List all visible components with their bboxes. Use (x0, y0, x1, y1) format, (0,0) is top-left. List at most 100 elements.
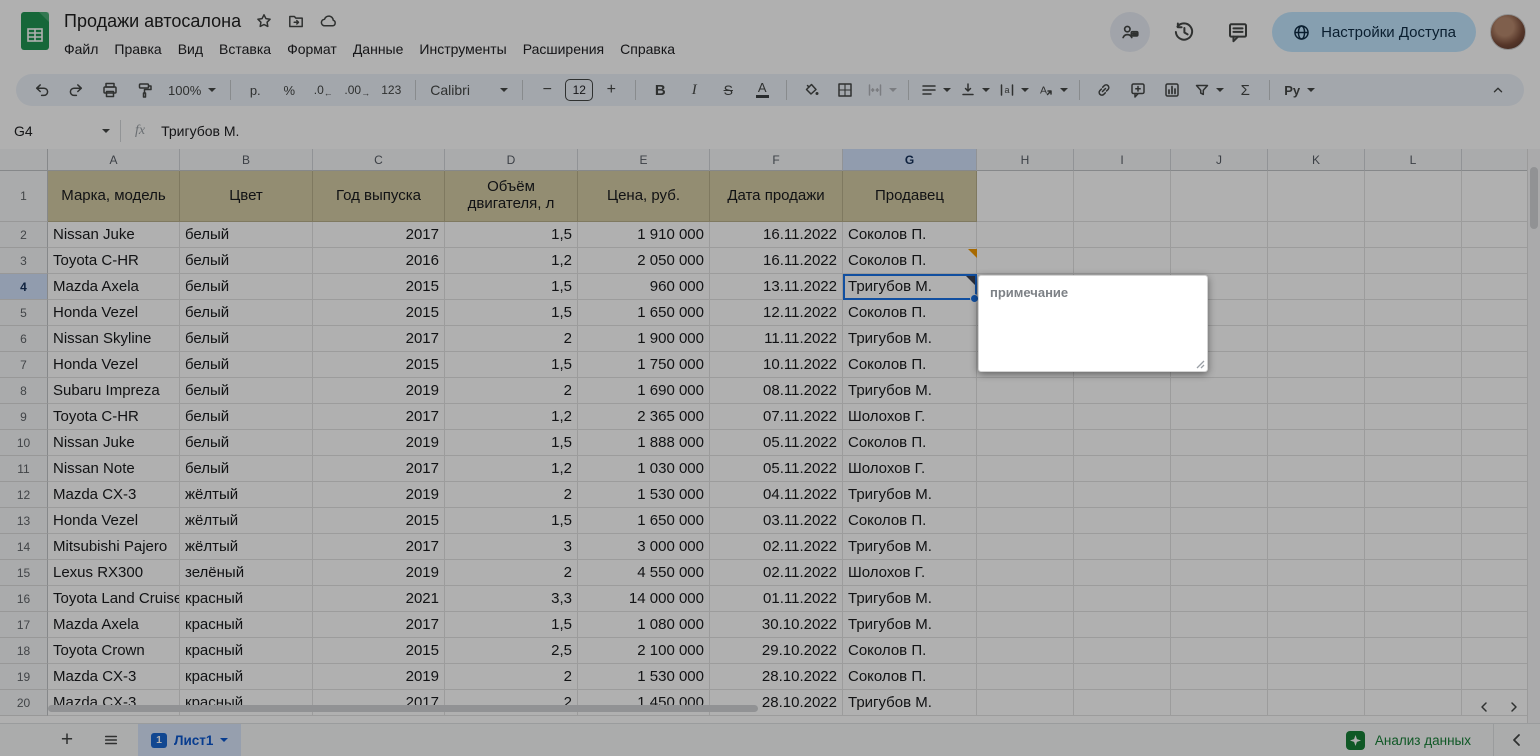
cell-empty[interactable] (1462, 222, 1528, 248)
cell-A3[interactable]: Toyota C-HR (48, 248, 180, 274)
cell-C20[interactable]: 2017 (313, 690, 445, 716)
cell-empty[interactable] (1171, 456, 1268, 482)
cell-A7[interactable]: Honda Vezel (48, 352, 180, 378)
cell-empty[interactable] (1268, 508, 1365, 534)
cell-empty[interactable] (1365, 560, 1462, 586)
cell-empty[interactable] (1074, 508, 1171, 534)
row-header-16[interactable]: 16 (0, 586, 48, 612)
row-header-3[interactable]: 3 (0, 248, 48, 274)
document-title[interactable]: Продажи автосалона (64, 11, 241, 32)
cell-G17[interactable]: Тригубов М. (843, 612, 977, 638)
cell-empty[interactable] (1462, 248, 1528, 274)
cell-empty[interactable] (1365, 612, 1462, 638)
column-header-C[interactable]: C (313, 149, 445, 171)
cell-E18[interactable]: 2 100 000 (578, 638, 710, 664)
cell-empty[interactable] (977, 404, 1074, 430)
column-header-H[interactable]: H (977, 149, 1074, 171)
decrease-font-size-button[interactable]: − (531, 77, 563, 103)
cell-F11[interactable]: 05.11.2022 (710, 456, 843, 482)
italic-button[interactable]: I (678, 77, 710, 103)
text-color-button[interactable]: A (746, 77, 778, 103)
fill-color-button[interactable] (795, 77, 827, 103)
redo-button[interactable] (60, 77, 92, 103)
cell-empty[interactable] (1074, 638, 1171, 664)
cell-empty[interactable] (1171, 222, 1268, 248)
cell-A2[interactable]: Nissan Juke (48, 222, 180, 248)
cell-A12[interactable]: Mazda CX-3 (48, 482, 180, 508)
cell-empty[interactable] (1462, 560, 1528, 586)
cell-empty[interactable] (1365, 248, 1462, 274)
share-button[interactable]: Настройки Доступа (1272, 12, 1476, 52)
cell-B9[interactable]: белый (180, 404, 313, 430)
row-header-17[interactable]: 17 (0, 612, 48, 638)
cell-A10[interactable]: Nissan Juke (48, 430, 180, 456)
cell-empty[interactable] (977, 534, 1074, 560)
cell-A13[interactable]: Honda Vezel (48, 508, 180, 534)
avatar[interactable] (1490, 14, 1526, 50)
cell-empty[interactable] (1074, 430, 1171, 456)
text-wrap-button[interactable]: a (995, 77, 1032, 103)
cell-F6[interactable]: 11.11.2022 (710, 326, 843, 352)
row-header-15[interactable]: 15 (0, 560, 48, 586)
row-header-6[interactable]: 6 (0, 326, 48, 352)
cell-empty[interactable] (1365, 586, 1462, 612)
cell-G5[interactable]: Соколов П. (843, 300, 977, 326)
cell-D1[interactable]: Объём двигателя, л (445, 171, 578, 222)
menu-insert[interactable]: Вставка (211, 38, 279, 60)
cell-empty[interactable] (1365, 326, 1462, 352)
column-header-A[interactable]: A (48, 149, 180, 171)
cell-C9[interactable]: 2017 (313, 404, 445, 430)
star-icon[interactable] (255, 12, 273, 30)
cell-D4[interactable]: 1,5 (445, 274, 578, 300)
cell-empty[interactable] (1462, 638, 1528, 664)
column-header-G[interactable]: G (843, 149, 977, 171)
cell-E9[interactable]: 2 365 000 (578, 404, 710, 430)
menu-help[interactable]: Справка (612, 38, 683, 60)
cell-A4[interactable]: Mazda Axela (48, 274, 180, 300)
paint-format-button[interactable] (128, 77, 160, 103)
cell-D18[interactable]: 2,5 (445, 638, 578, 664)
cell-D9[interactable]: 1,2 (445, 404, 578, 430)
cell-F8[interactable]: 08.11.2022 (710, 378, 843, 404)
cell-D8[interactable]: 2 (445, 378, 578, 404)
cell-C15[interactable]: 2019 (313, 560, 445, 586)
row-header-14[interactable]: 14 (0, 534, 48, 560)
add-sheet-button[interactable]: + (50, 726, 84, 754)
cell-empty[interactable] (1365, 404, 1462, 430)
cell-empty[interactable] (1268, 560, 1365, 586)
cell-D15[interactable]: 2 (445, 560, 578, 586)
cell-empty[interactable] (1462, 404, 1528, 430)
presence-icon[interactable] (1110, 12, 1151, 52)
cell-empty[interactable] (977, 508, 1074, 534)
cell-D3[interactable]: 1,2 (445, 248, 578, 274)
cell-G14[interactable]: Тригубов М. (843, 534, 977, 560)
cell-empty[interactable] (1074, 248, 1171, 274)
cell-A6[interactable]: Nissan Skyline (48, 326, 180, 352)
cell-empty[interactable] (1365, 378, 1462, 404)
cell-empty[interactable] (1074, 378, 1171, 404)
cell-empty[interactable] (1268, 612, 1365, 638)
cell-empty[interactable] (1171, 586, 1268, 612)
cell-E3[interactable]: 2 050 000 (578, 248, 710, 274)
cell-D16[interactable]: 3,3 (445, 586, 578, 612)
cell-G7[interactable]: Соколов П. (843, 352, 977, 378)
cell-empty[interactable] (1462, 612, 1528, 638)
corner-cell[interactable] (0, 149, 48, 171)
insert-link-button[interactable] (1088, 77, 1120, 103)
cell-F14[interactable]: 02.11.2022 (710, 534, 843, 560)
functions-button[interactable]: Σ (1229, 77, 1261, 103)
column-header-J[interactable]: J (1171, 149, 1268, 171)
cell-empty[interactable] (977, 664, 1074, 690)
cell-F7[interactable]: 10.11.2022 (710, 352, 843, 378)
cell-empty[interactable] (1268, 300, 1365, 326)
cell-empty[interactable] (1171, 508, 1268, 534)
cell-G8[interactable]: Тригубов М. (843, 378, 977, 404)
cell-B1[interactable]: Цвет (180, 171, 313, 222)
cell-D20[interactable]: 2 (445, 690, 578, 716)
insert-chart-button[interactable] (1156, 77, 1188, 103)
cell-C2[interactable]: 2017 (313, 222, 445, 248)
cell-B18[interactable]: красный (180, 638, 313, 664)
cell-empty[interactable] (1074, 482, 1171, 508)
menu-view[interactable]: Вид (170, 38, 211, 60)
cell-E1[interactable]: Цена, руб. (578, 171, 710, 222)
